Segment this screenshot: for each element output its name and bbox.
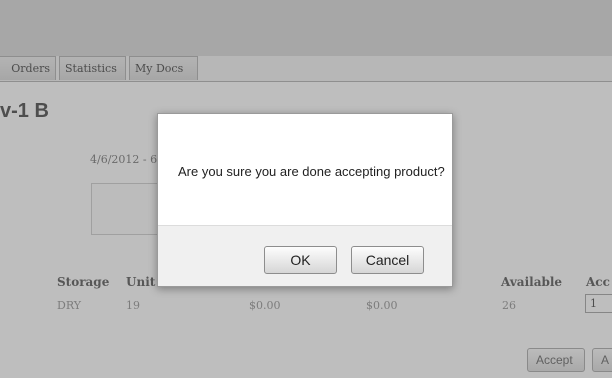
ok-button[interactable]: OK <box>264 246 337 274</box>
confirm-dialog: Are you sure you are done accepting prod… <box>157 113 453 287</box>
dialog-footer: OK Cancel <box>158 225 452 286</box>
dialog-message: Are you sure you are done accepting prod… <box>178 164 445 179</box>
screen: Orders Statistics My Docs v-1 B 4/6/2012… <box>0 0 612 378</box>
dialog-body: Are you sure you are done accepting prod… <box>158 114 452 225</box>
cancel-button[interactable]: Cancel <box>351 246 424 274</box>
